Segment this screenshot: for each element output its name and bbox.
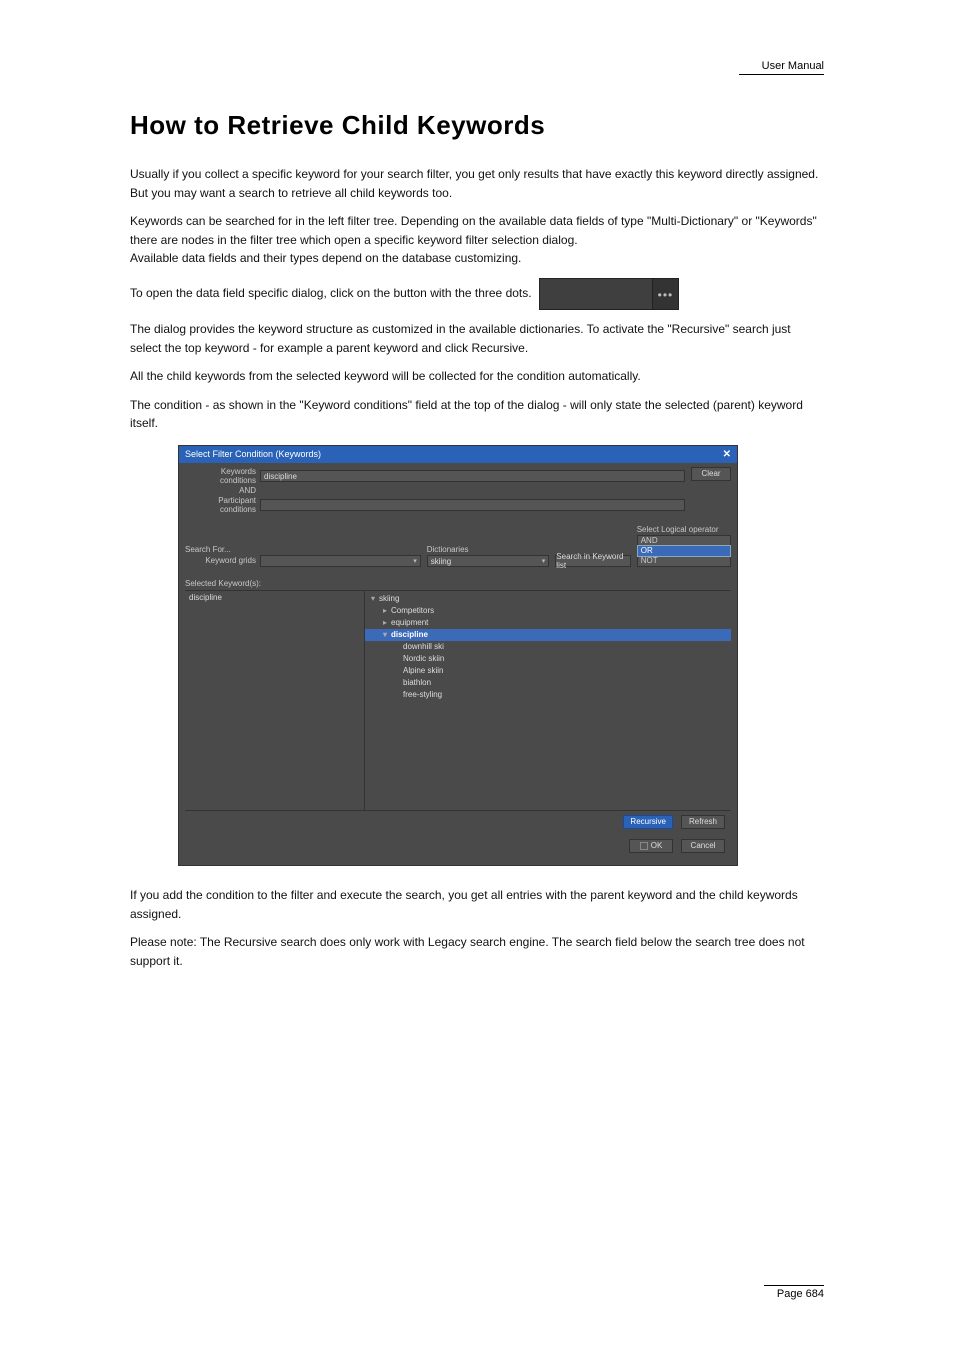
paragraph-7: If you add the condition to the filter a… (130, 886, 824, 923)
tree-arrow-icon: ▸ (383, 617, 391, 629)
tree-node[interactable]: ▸Competitors (365, 605, 731, 617)
tree-node[interactable]: Alpine skiin (365, 665, 731, 677)
selected-keyword-item[interactable]: discipline (189, 593, 360, 602)
dictionaries-label: Dictionaries (427, 545, 550, 554)
tree-node-label: discipline (391, 630, 428, 639)
header-underline (739, 74, 824, 75)
selected-keywords-label: Selected Keyword(s): (185, 579, 731, 588)
logical-operator-list[interactable]: ANDORNOT (637, 535, 731, 567)
refresh-button[interactable]: Refresh (681, 815, 725, 829)
tree-node[interactable]: biathlon (365, 677, 731, 689)
tree-node-label: Alpine skiin (403, 666, 443, 675)
dialog-close-button[interactable]: ✕ (723, 449, 731, 460)
footer-underline (764, 1285, 824, 1286)
search-in-keyword-list-button[interactable]: Search in Keyword list (555, 555, 630, 567)
tree-arrow-icon: ▸ (383, 605, 391, 617)
filter-field-thumbnail: ••• (539, 278, 679, 310)
dialog-titlebar: Select Filter Condition (Keywords) ✕ (179, 446, 737, 463)
participant-conditions-label: Participant conditions (185, 496, 260, 514)
paragraph-2b: Available data fields and their types de… (130, 251, 521, 265)
paragraph-3-text: To open the data field specific dialog, … (130, 286, 532, 300)
page-number: Page 684 (777, 1288, 824, 1300)
tree-node-label: equipment (391, 618, 428, 627)
keyword-grids-select[interactable] (260, 555, 421, 567)
open-dialog-dots-button[interactable]: ••• (652, 279, 678, 309)
tree-node-label: downhill ski (403, 642, 444, 651)
keyword-grids-label: Keyword grids (185, 556, 260, 565)
tree-node-label: Nordic skiin (403, 654, 444, 663)
tree-arrow-icon: ▾ (371, 593, 379, 605)
tree-node-label: skiing (379, 594, 399, 603)
dialog-title: Select Filter Condition (Keywords) (185, 449, 321, 459)
paragraph-1: Usually if you collect a specific keywor… (130, 165, 824, 202)
paragraph-2a: Keywords can be searched for in the left… (130, 214, 817, 247)
and-label: AND (185, 486, 260, 495)
tree-node[interactable]: Nordic skiin (365, 653, 731, 665)
keywords-conditions-label: Keywords conditions (185, 467, 260, 485)
tree-node[interactable]: ▸equipment (365, 617, 731, 629)
tree-node-label: biathlon (403, 678, 431, 687)
tree-node[interactable]: downhill ski (365, 641, 731, 653)
paragraph-5: All the child keywords from the selected… (130, 367, 824, 386)
paragraph-6: The condition - as shown in the "Keyword… (130, 396, 824, 433)
keyword-tree-area: discipline ▾skiing▸Competitors▸equipment… (185, 590, 731, 810)
note-paragraph: Please note: The Recursive search does o… (130, 933, 824, 970)
logical-operator-label: Select Logical operator (637, 525, 731, 534)
ok-button[interactable]: OK (629, 839, 673, 853)
tree-node[interactable]: free-styling (365, 689, 731, 701)
tree-node-label: Competitors (391, 606, 434, 615)
clear-button[interactable]: Clear (691, 467, 731, 481)
dictionary-tree-panel[interactable]: ▾skiing▸Competitors▸equipment▾discipline… (365, 591, 731, 810)
paragraph-3: To open the data field specific dialog, … (130, 278, 824, 310)
paragraph-4: The dialog provides the keyword structur… (130, 320, 824, 357)
tree-node[interactable]: ▾skiing (365, 593, 731, 605)
tree-node-label: free-styling (403, 690, 442, 699)
participant-conditions-field[interactable] (260, 499, 685, 511)
keyword-filter-dialog: Select Filter Condition (Keywords) ✕ Key… (178, 445, 738, 866)
recursive-button[interactable]: Recursive (623, 815, 673, 829)
paragraph-1a: Usually if you collect a specific keywor… (130, 167, 818, 181)
dictionaries-select[interactable]: skiing (427, 555, 550, 567)
cancel-button[interactable]: Cancel (681, 839, 725, 853)
tree-arrow-icon: ▾ (383, 629, 391, 641)
tree-node[interactable]: ▾discipline (365, 629, 731, 641)
logical-operator-item[interactable]: NOT (638, 556, 730, 566)
page-title: How to Retrieve Child Keywords (130, 110, 824, 141)
selected-keywords-panel: discipline (185, 591, 365, 810)
search-for-label: Search For... (185, 545, 421, 554)
keywords-conditions-field[interactable]: discipline (260, 470, 685, 482)
header-manual-label: User Manual (762, 60, 824, 72)
paragraph-2: Keywords can be searched for in the left… (130, 212, 824, 268)
paragraph-1b: But you may want a search to retrieve al… (130, 186, 452, 200)
